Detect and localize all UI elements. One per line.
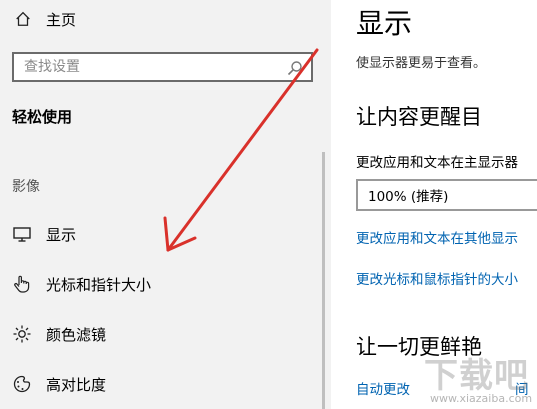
- group-label-vision: 影像: [12, 179, 40, 195]
- nav-item-cursor-pointer-size[interactable]: 光标和指针大小: [12, 271, 151, 297]
- link-cursor-size[interactable]: 更改光标和鼠标指针的大小: [356, 268, 518, 288]
- nav-item-color-filters[interactable]: 颜色滤镜: [12, 321, 106, 347]
- home-icon: [16, 11, 30, 26]
- link-other-displays[interactable]: 更改应用和文本在其他显示: [356, 227, 518, 247]
- monitor-icon: [13, 227, 31, 242]
- brightness-icon: [13, 325, 31, 343]
- dropdown-value: 100% (推荐): [368, 189, 449, 205]
- nav-item-label: 高对比度: [46, 375, 107, 394]
- nav-item-label: 显示: [46, 225, 77, 244]
- section-heading-brighten: 让一切更鲜艳: [356, 335, 482, 359]
- page-description: 使显示器更易于查看。: [356, 56, 487, 71]
- main-content: 显示 使显示器更易于查看。 让内容更醒目 更改应用和文本在主显示器 100% (…: [331, 0, 537, 409]
- section-heading-make-content-stand-out: 让内容更醒目: [356, 105, 482, 129]
- nav-item-high-contrast[interactable]: 高对比度: [12, 371, 106, 397]
- sidebar: 主页 轻松使用 影像 显示 光标和指针大小: [0, 0, 331, 409]
- link-auto-change[interactable]: 自动更改: [356, 378, 410, 398]
- scale-dropdown[interactable]: 100% (推荐): [356, 179, 537, 211]
- section-title: 轻松使用: [12, 108, 73, 126]
- nav-item-label: 颜色滤镜: [46, 325, 107, 344]
- sidebar-scrollbar[interactable]: [322, 152, 325, 409]
- nav-item-display[interactable]: 显示: [12, 221, 76, 247]
- contrast-icon: [13, 375, 31, 393]
- search-input[interactable]: [14, 58, 286, 76]
- link-truncated[interactable]: 间: [515, 378, 529, 398]
- search-box[interactable]: [12, 52, 313, 82]
- pointer-hand-icon: [14, 275, 30, 293]
- search-icon[interactable]: [287, 60, 303, 76]
- home-nav-item[interactable]: 主页: [14, 6, 76, 32]
- text-size-label: 更改应用和文本在主显示器: [356, 155, 518, 171]
- home-label: 主页: [46, 10, 77, 29]
- page-title: 显示: [356, 7, 413, 40]
- nav-item-label: 光标和指针大小: [46, 275, 152, 294]
